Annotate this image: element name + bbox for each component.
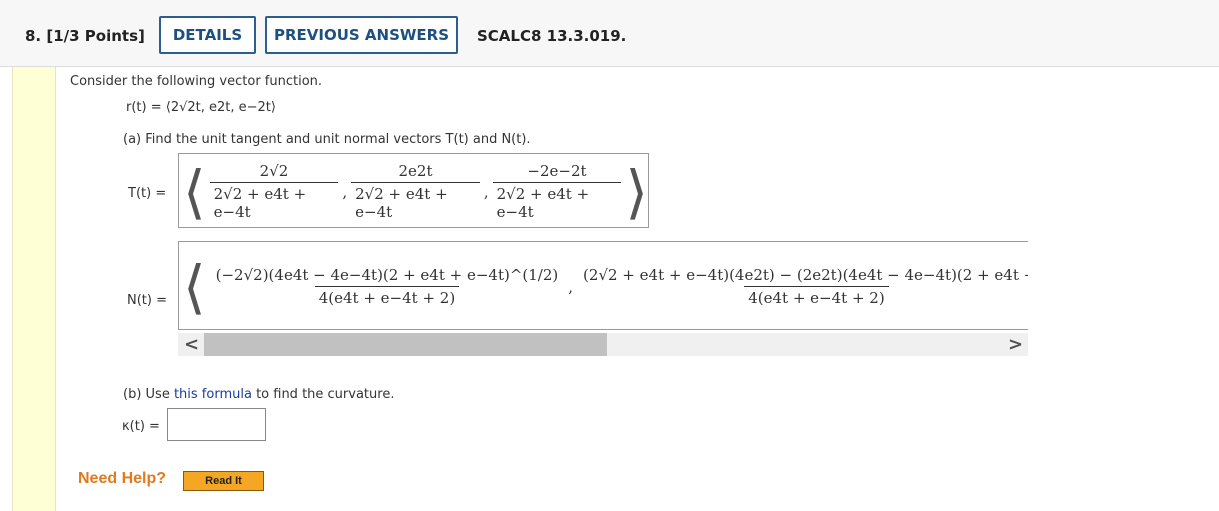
scrollbar-thumb[interactable] — [204, 333, 607, 356]
right-angle-bracket: ⟩ — [625, 157, 648, 226]
T-component-3: −2e−2t 2√2 + e4t + e−4t — [492, 162, 622, 221]
T-component-1: 2√2 2√2 + e4t + e−4t — [209, 162, 339, 221]
curvature-input[interactable] — [167, 408, 266, 441]
N-component-1: (−2√2)(4e4t − 4e−4t)(2 + e4t + e−4t)^(1/… — [215, 266, 559, 307]
need-help-label: Need Help? — [78, 470, 167, 487]
answer-sidebar — [12, 67, 56, 511]
T-label: T(t) = — [128, 186, 167, 201]
N-component-2: (2√2 + e4t + e−4t)(4e2t) − (2e2t)(4e4t −… — [583, 266, 1028, 307]
read-it-button[interactable]: Read It — [183, 471, 264, 491]
part-b-text: (b) Use this formula to find the curvatu… — [123, 387, 395, 402]
T-component-2: 2e2t 2√2 + e4t + e−4t — [351, 162, 480, 221]
problem-code: SCALC8 13.3.019. — [477, 27, 627, 45]
horizontal-scrollbar[interactable]: < > — [178, 333, 1028, 356]
chevron-right-icon[interactable]: > — [1008, 334, 1023, 355]
previous-answers-button[interactable]: PREVIOUS ANSWERS — [265, 16, 458, 54]
kappa-label: κ(t) = — [122, 419, 160, 434]
formula-link[interactable]: this formula — [174, 387, 252, 402]
question-header: 8. [1/3 Points] DETAILS PREVIOUS ANSWERS… — [0, 0, 1219, 67]
left-angle-bracket: ⟨ — [183, 252, 206, 321]
N-answer-box: ⟨ (−2√2)(4e4t − 4e−4t)(2 + e4t + e−4t)^(… — [178, 241, 1028, 330]
N-label: N(t) = — [127, 293, 167, 308]
intro-text: Consider the following vector function. — [70, 74, 323, 89]
chevron-left-icon[interactable]: < — [184, 334, 199, 355]
left-angle-bracket: ⟨ — [183, 157, 206, 226]
part-a-text: (a) Find the unit tangent and unit norma… — [123, 132, 531, 147]
question-number: 8. [1/3 Points] — [25, 27, 145, 45]
details-button[interactable]: DETAILS — [159, 16, 256, 54]
vector-function: r(t) = ⟨2√2t, e2t, e−2t⟩ — [126, 100, 276, 115]
T-answer-box: ⟨ 2√2 2√2 + e4t + e−4t , 2e2t 2√2 + e4t + … — [178, 153, 649, 228]
